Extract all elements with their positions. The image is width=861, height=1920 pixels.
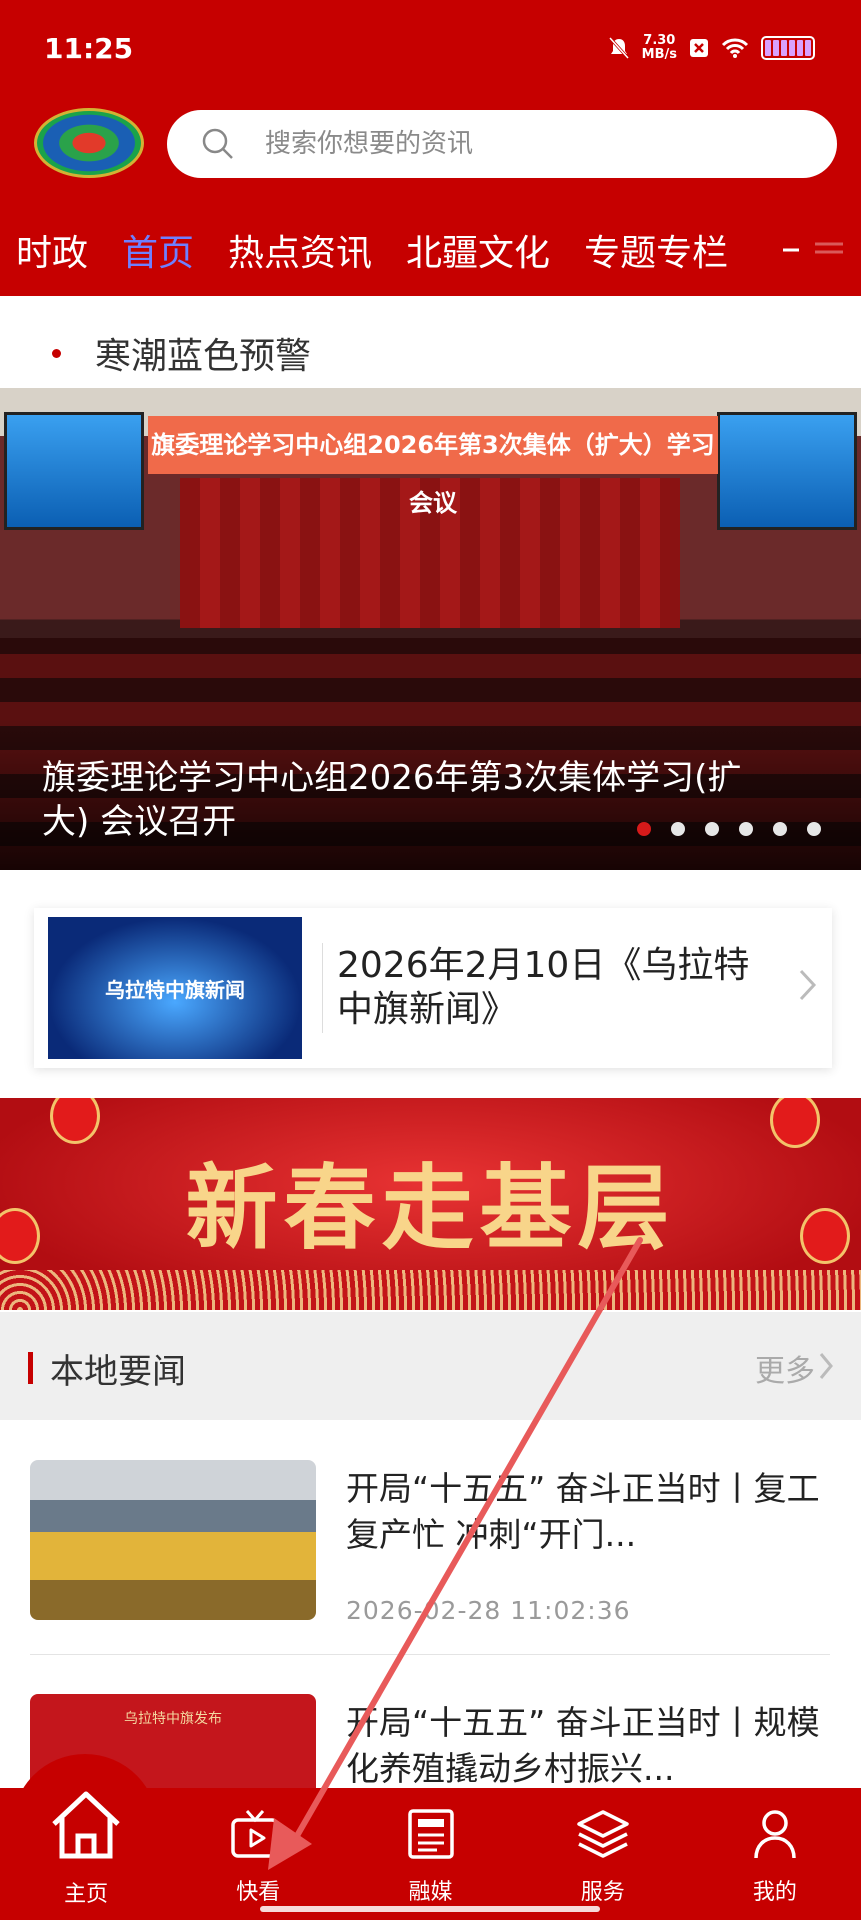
tab-service[interactable]: 服务 bbox=[517, 1788, 689, 1920]
more-channels-icon[interactable] bbox=[783, 238, 843, 262]
carousel-dot[interactable] bbox=[705, 822, 719, 836]
news-date: 2026-02-28 11:02:36 bbox=[346, 1596, 631, 1625]
tab-hot-news[interactable]: 热点资讯 bbox=[228, 224, 372, 276]
layers-icon bbox=[576, 1810, 629, 1858]
chevron-right-icon[interactable] bbox=[819, 1352, 833, 1380]
app-header: 11:25 7.30 MB/s 搜索你想要的资讯 时政 首页 热点资讯 北疆文化… bbox=[0, 0, 861, 296]
weather-alert[interactable]: 寒潮蓝色预警 bbox=[0, 320, 861, 386]
news-title: 开局“十五五” 奋斗正当时丨复工复产忙 冲刺“开门... bbox=[346, 1469, 820, 1554]
carousel-dot[interactable] bbox=[637, 822, 651, 836]
mute-bell-icon bbox=[608, 36, 629, 60]
battery-icon bbox=[761, 36, 815, 60]
tab-mine[interactable]: 我的 bbox=[689, 1788, 861, 1920]
tab-special-topics[interactable]: 专题专栏 bbox=[584, 224, 728, 276]
search-bar[interactable] bbox=[167, 110, 837, 178]
news-title: 开局“十五五” 奋斗正当时丨规模化养殖撬动乡村振兴... bbox=[346, 1703, 820, 1788]
newspaper-icon bbox=[407, 1809, 454, 1859]
alert-text: 寒潮蓝色预警 bbox=[95, 336, 312, 377]
search-input[interactable] bbox=[265, 129, 785, 159]
carousel-dot[interactable] bbox=[671, 822, 685, 836]
tab-beijiang-culture[interactable]: 北疆文化 bbox=[406, 224, 550, 276]
status-bar: 11:25 7.30 MB/s bbox=[0, 0, 861, 100]
app-logo[interactable] bbox=[34, 108, 144, 178]
tv-icon bbox=[231, 1810, 284, 1858]
more-link[interactable]: 更多 bbox=[755, 1346, 815, 1390]
carousel-indicator bbox=[637, 822, 821, 836]
bottom-tab-bar: 主页 快看 融媒 服务 我的 bbox=[0, 1754, 861, 1920]
spring-banner-text: 新春走基层 bbox=[185, 1155, 676, 1262]
right-screen bbox=[717, 412, 857, 530]
carousel-dot[interactable] bbox=[773, 822, 787, 836]
alert-dot bbox=[52, 348, 61, 358]
network-speed: 7.30 MB/s bbox=[641, 33, 677, 62]
person-icon bbox=[754, 1810, 796, 1859]
video-thumbnail: 乌拉特中旗新闻 bbox=[48, 917, 302, 1059]
carousel-dot[interactable] bbox=[739, 822, 753, 836]
sim-off-icon bbox=[690, 39, 708, 57]
headline-carousel[interactable]: 旗委理论学习中心组2026年第3次集体（扩大）学习会议 旗委理论学习中心组202… bbox=[0, 388, 861, 870]
video-news-card[interactable]: 乌拉特中旗新闻 2026年2月10日《乌拉特中旗新闻》 bbox=[34, 908, 832, 1068]
tab-home[interactable]: 首页 bbox=[122, 224, 194, 276]
tab-media[interactable]: 融媒 bbox=[344, 1788, 516, 1920]
search-icon bbox=[202, 128, 233, 159]
carousel-dot[interactable] bbox=[807, 822, 821, 836]
tab-quick-view[interactable]: 快看 bbox=[172, 1788, 344, 1920]
status-time: 11:25 bbox=[44, 32, 134, 65]
spring-festival-banner[interactable]: 新春走基层 bbox=[0, 1098, 861, 1310]
home-icon bbox=[52, 1791, 120, 1859]
left-screen bbox=[4, 412, 144, 530]
video-news-title: 2026年2月10日《乌拉特中旗新闻》 bbox=[337, 945, 750, 1030]
wifi-icon bbox=[721, 38, 749, 58]
chevron-right-icon bbox=[799, 969, 817, 1001]
section-title: 本地要闻 bbox=[50, 1352, 186, 1392]
stage-banner: 旗委理论学习中心组2026年第3次集体（扩大）学习会议 bbox=[148, 416, 718, 517]
local-news-header: 本地要闻 更多 bbox=[0, 1312, 861, 1420]
home-indicator bbox=[260, 1906, 600, 1912]
wave-pattern bbox=[0, 1270, 861, 1310]
category-nav: 时政 首页 热点资讯 北疆文化 专题专栏 bbox=[0, 220, 861, 280]
status-icons: 7.30 MB/s bbox=[608, 34, 815, 62]
tab-home-main[interactable]: 主页 bbox=[0, 1788, 172, 1920]
news-thumbnail bbox=[30, 1460, 316, 1620]
tab-shizheng[interactable]: 时政 bbox=[16, 224, 88, 276]
